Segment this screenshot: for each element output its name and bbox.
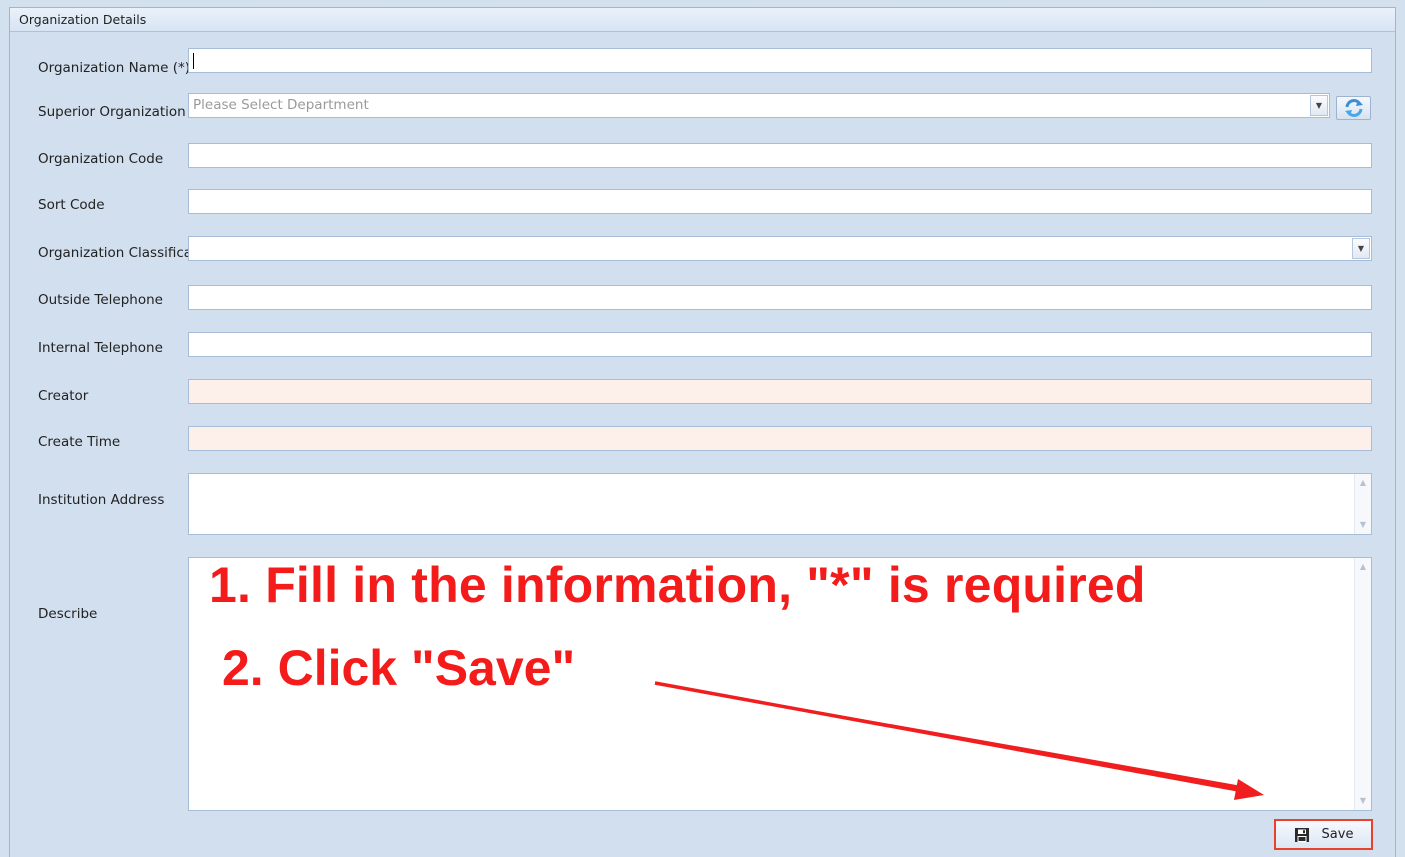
address-scrollbar[interactable]: ▲ ▼ bbox=[1354, 474, 1371, 534]
outside-tel-input[interactable] bbox=[188, 285, 1372, 310]
organization-details-panel: Organization Details Organization Name (… bbox=[9, 7, 1396, 857]
text-caret bbox=[193, 53, 194, 69]
scroll-down-icon[interactable]: ▼ bbox=[1355, 794, 1371, 808]
save-button[interactable]: Save bbox=[1274, 819, 1373, 850]
superior-org-placeholder: Please Select Department bbox=[193, 97, 369, 113]
org-name-input[interactable] bbox=[188, 48, 1372, 73]
dropdown-arrow-icon[interactable]: ▼ bbox=[1310, 95, 1328, 116]
internal-tel-label: Internal Telephone bbox=[38, 340, 163, 356]
outside-tel-label: Outside Telephone bbox=[38, 292, 163, 308]
describe-scrollbar[interactable]: ▲ ▼ bbox=[1354, 558, 1371, 810]
annotation-step-2: 2. Click "Save" bbox=[222, 640, 576, 696]
describe-label: Describe bbox=[38, 606, 98, 622]
classification-label: Organization Classification bbox=[38, 245, 190, 261]
create-time-label: Create Time bbox=[38, 434, 121, 450]
org-code-label: Organization Code bbox=[38, 151, 164, 167]
scroll-up-icon[interactable]: ▲ bbox=[1355, 560, 1371, 574]
org-name-label: Organization Name (*) bbox=[38, 60, 190, 76]
address-label: Institution Address bbox=[38, 492, 165, 508]
address-textarea[interactable]: ▲ ▼ bbox=[188, 473, 1372, 535]
superior-org-select[interactable]: Please Select Department ▼ bbox=[188, 93, 1330, 118]
create-time-input bbox=[188, 426, 1372, 451]
creator-label: Creator bbox=[38, 388, 89, 404]
scroll-down-icon[interactable]: ▼ bbox=[1355, 518, 1371, 532]
save-button-label: Save bbox=[1321, 827, 1354, 842]
org-code-input[interactable] bbox=[188, 143, 1372, 168]
refresh-button[interactable] bbox=[1336, 96, 1371, 120]
dropdown-arrow-icon[interactable]: ▼ bbox=[1352, 238, 1370, 259]
refresh-icon bbox=[1344, 99, 1363, 117]
internal-tel-input[interactable] bbox=[188, 332, 1372, 357]
scroll-up-icon[interactable]: ▲ bbox=[1355, 476, 1371, 490]
classification-select[interactable]: ▼ bbox=[188, 236, 1372, 261]
creator-input bbox=[188, 379, 1372, 404]
sort-code-label: Sort Code bbox=[38, 197, 105, 213]
group-title: Organization Details bbox=[10, 8, 1395, 32]
superior-org-label: Superior Organization bbox=[38, 104, 186, 120]
annotation-step-1: 1. Fill in the information, "*" is requi… bbox=[209, 557, 1146, 613]
sort-code-input[interactable] bbox=[188, 189, 1372, 214]
floppy-disk-icon bbox=[1294, 827, 1309, 842]
